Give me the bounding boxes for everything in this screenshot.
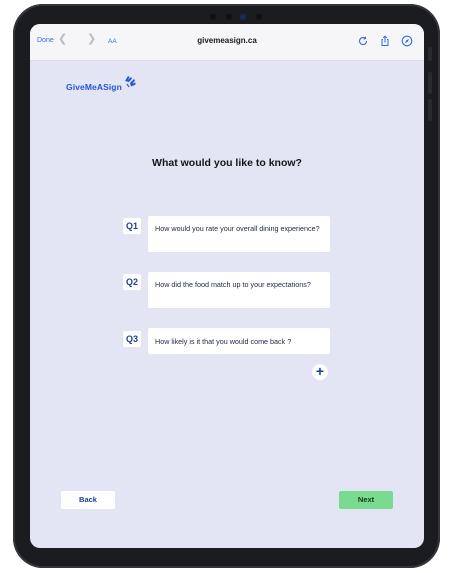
reload-icon[interactable] <box>357 35 369 47</box>
plus-icon: + <box>315 363 325 379</box>
device-side-button <box>428 47 432 61</box>
next-button[interactable]: Next <box>339 491 393 509</box>
question-number-label: Q3 <box>123 331 141 347</box>
hands-icon <box>122 74 138 90</box>
question-card[interactable]: How did the food match up to your expect… <box>148 272 330 308</box>
question-card[interactable]: How likely is it that you would come bac… <box>148 328 330 354</box>
share-icon[interactable] <box>379 35 391 47</box>
brand-logo[interactable]: GiveMeASign <box>66 76 136 93</box>
brand-name: GiveMeASign <box>66 82 122 92</box>
question-number-label: Q2 <box>123 274 141 290</box>
question-number-label: Q1 <box>123 218 141 234</box>
camera-icon <box>240 14 246 20</box>
question-card[interactable]: How would you rate your overall dining e… <box>148 216 330 252</box>
browser-toolbar: Done ❮ ❯ AA givemeasign.ca <box>30 24 424 61</box>
back-button[interactable]: Back <box>61 491 115 509</box>
camera-bar <box>210 13 270 21</box>
device-volume-down-button <box>428 99 432 121</box>
compass-icon[interactable] <box>401 35 413 47</box>
add-question-button[interactable]: + <box>312 364 328 380</box>
screen: Done ❮ ❯ AA givemeasign.ca GiveMeASign W… <box>30 24 424 548</box>
sensor-dot <box>210 14 216 20</box>
sensor-dot <box>226 14 232 20</box>
page-title: What would you like to know? <box>152 157 302 169</box>
device-volume-up-button <box>428 72 432 94</box>
sensor-dot <box>256 14 262 20</box>
